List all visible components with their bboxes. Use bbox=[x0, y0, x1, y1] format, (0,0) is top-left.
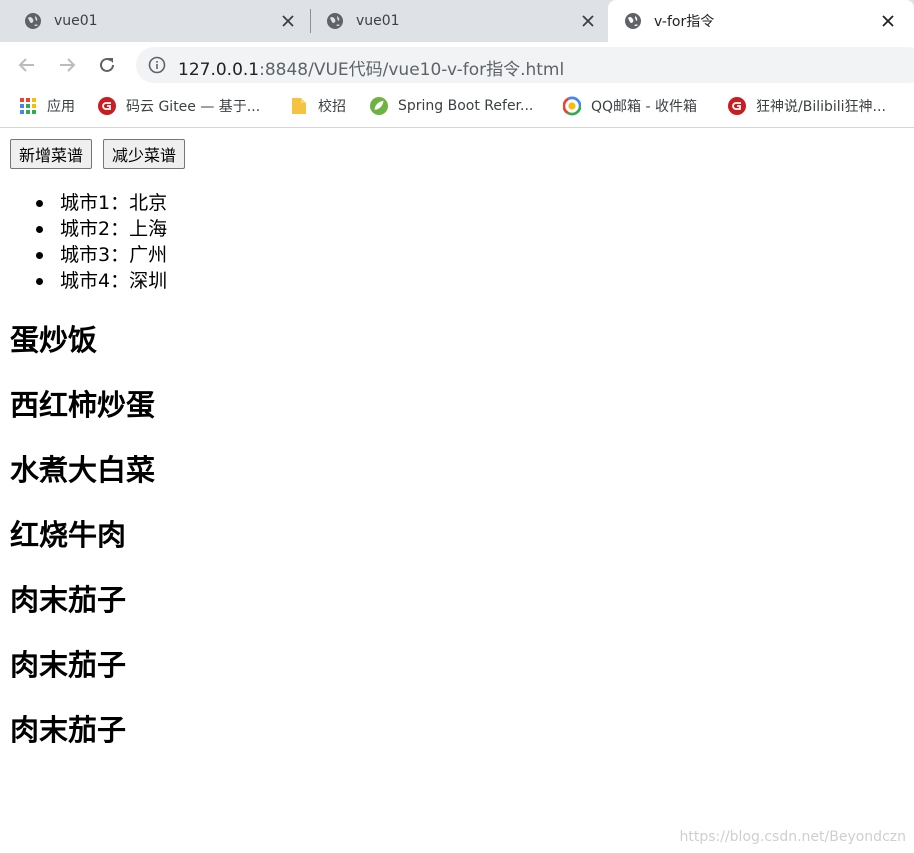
arrow-right-icon bbox=[60, 58, 76, 72]
watermark: https://blog.csdn.net/Beyondczn bbox=[679, 829, 906, 845]
bookmarks-bar: 应用 码云 Gitee — 基于... 校招 Spring Boot Refer… bbox=[0, 88, 914, 128]
list-item: 城市1：北京 bbox=[36, 190, 168, 216]
tab-vue01-second[interactable]: vue01 bbox=[302, 0, 608, 42]
bullet-icon bbox=[36, 278, 43, 285]
dish-heading: 蛋炒饭 bbox=[10, 323, 98, 357]
dish-heading: 肉末茄子 bbox=[10, 648, 127, 682]
address-bar[interactable]: 127.0.0.1:8848/VUE代码/vue10-v-for指令.html bbox=[136, 47, 914, 83]
tab-title: vue01 bbox=[356, 13, 400, 29]
tab-title: vue01 bbox=[54, 13, 98, 29]
bookmark-label: 狂神说/Bilibili狂神... bbox=[756, 99, 886, 115]
tab-strip: vue01 vue01 v-for指令 bbox=[0, 0, 914, 42]
arrow-left-icon bbox=[18, 58, 34, 72]
dish-heading: 肉末茄子 bbox=[10, 583, 127, 617]
add-recipe-button[interactable]: 新增菜谱 bbox=[10, 139, 93, 169]
bookmark-label: QQ邮箱 - 收件箱 bbox=[591, 99, 697, 115]
folder-icon bbox=[290, 97, 308, 115]
gitee-icon bbox=[728, 97, 746, 115]
city-text: 城市3：广州 bbox=[60, 244, 168, 266]
globe-icon bbox=[625, 13, 641, 29]
remove-recipe-button[interactable]: 减少菜谱 bbox=[103, 139, 186, 169]
city-list: 城市1：北京 城市2：上海 城市3：广州 城市4：深圳 bbox=[36, 190, 168, 294]
dish-heading: 西红柿炒蛋 bbox=[10, 388, 156, 422]
back-button[interactable] bbox=[12, 50, 42, 80]
bookmark-qq-mail[interactable]: QQ邮箱 - 收件箱 bbox=[563, 95, 697, 117]
url-text[interactable]: 127.0.0.1:8848/VUE代码/vue10-v-for指令.html bbox=[178, 55, 564, 80]
reload-button[interactable] bbox=[92, 50, 122, 80]
bullet-icon bbox=[36, 200, 43, 207]
bookmark-label: Spring Boot Refer... bbox=[398, 98, 534, 114]
bookmark-label: 码云 Gitee — 基于... bbox=[126, 99, 261, 115]
url-path: :8848/VUE代码/vue10-v-for指令.html bbox=[259, 60, 565, 80]
globe-icon bbox=[25, 13, 41, 29]
bullet-icon bbox=[36, 226, 43, 233]
tab-vue01-first[interactable]: vue01 bbox=[0, 0, 308, 42]
bookmark-label: 校招 bbox=[318, 99, 346, 115]
list-item: 城市3：广州 bbox=[36, 242, 168, 268]
close-tab-icon[interactable] bbox=[876, 9, 900, 33]
city-text: 城市2：上海 bbox=[60, 218, 168, 240]
bookmark-spring-boot[interactable]: Spring Boot Refer... bbox=[370, 95, 533, 117]
city-text: 城市1：北京 bbox=[60, 192, 168, 214]
browser-toolbar: 127.0.0.1:8848/VUE代码/vue10-v-for指令.html bbox=[0, 42, 914, 88]
dish-heading: 肉末茄子 bbox=[10, 713, 127, 747]
bookmark-apps[interactable]: 应用 bbox=[19, 95, 75, 117]
close-tab-icon[interactable] bbox=[276, 9, 300, 33]
qq-mail-icon bbox=[563, 96, 581, 116]
apps-grid-icon bbox=[19, 97, 37, 115]
close-tab-icon[interactable] bbox=[576, 9, 600, 33]
reload-icon bbox=[100, 57, 114, 72]
bullet-icon bbox=[36, 252, 43, 259]
dish-heading: 水煮大白菜 bbox=[10, 453, 156, 487]
tab-v-for[interactable]: v-for指令 bbox=[608, 0, 914, 42]
bookmark-folder-xiaozhao[interactable]: 校招 bbox=[290, 95, 346, 117]
info-icon[interactable] bbox=[148, 56, 166, 74]
bookmark-kuangshen[interactable]: 狂神说/Bilibili狂神... bbox=[728, 95, 886, 117]
url-host: 127.0.0.1 bbox=[178, 60, 260, 80]
forward-button[interactable] bbox=[52, 50, 82, 80]
spring-icon bbox=[370, 97, 388, 115]
page-content: 新增菜谱 减少菜谱 城市1：北京 城市2：上海 城市3：广州 城市4：深圳 蛋炒… bbox=[0, 128, 914, 853]
gitee-icon bbox=[98, 97, 116, 115]
city-text: 城市4：深圳 bbox=[60, 270, 168, 292]
tab-title: v-for指令 bbox=[654, 14, 715, 30]
bookmark-gitee[interactable]: 码云 Gitee — 基于... bbox=[98, 95, 260, 117]
list-item: 城市2：上海 bbox=[36, 216, 168, 242]
bookmark-label: 应用 bbox=[47, 99, 75, 115]
dish-heading: 红烧牛肉 bbox=[10, 518, 127, 552]
globe-icon bbox=[327, 13, 343, 29]
list-item: 城市4：深圳 bbox=[36, 268, 168, 294]
